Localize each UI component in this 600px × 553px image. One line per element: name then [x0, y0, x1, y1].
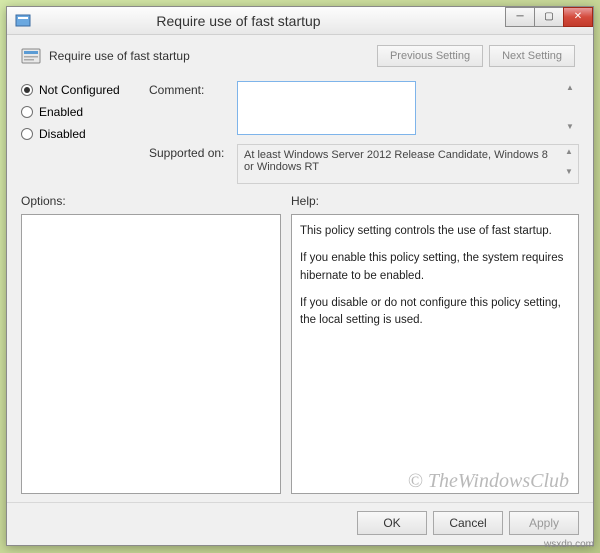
minimize-button[interactable]: ─ — [505, 7, 535, 27]
radio-icon — [21, 84, 33, 96]
scroll-down-icon[interactable]: ▼ — [562, 167, 576, 181]
radio-icon — [21, 128, 33, 140]
footer: OK Cancel Apply — [7, 502, 593, 545]
help-line: If you disable or do not configure this … — [300, 295, 570, 330]
radio-disabled[interactable]: Disabled — [21, 127, 141, 141]
radio-not-configured[interactable]: Not Configured — [21, 83, 141, 97]
main-panels: Options: Help: This policy setting contr… — [7, 188, 593, 502]
next-setting-button[interactable]: Next Setting — [489, 45, 575, 67]
previous-setting-button[interactable]: Previous Setting — [377, 45, 483, 67]
supported-on-text: At least Windows Server 2012 Release Can… — [244, 149, 548, 173]
ok-button[interactable]: OK — [357, 511, 427, 535]
supported-on-box: At least Windows Server 2012 Release Can… — [237, 144, 579, 184]
maximize-button[interactable]: ▢ — [534, 7, 564, 27]
titlebar: Require use of fast startup ─ ▢ ✕ — [7, 7, 593, 35]
window-title: Require use of fast startup — [0, 13, 506, 29]
config-row: Not Configured Enabled Disabled Comment:… — [7, 73, 593, 188]
window-controls: ─ ▢ ✕ — [506, 7, 593, 29]
radio-label: Not Configured — [39, 83, 120, 97]
apply-button[interactable]: Apply — [509, 511, 579, 535]
radio-enabled[interactable]: Enabled — [21, 105, 141, 119]
comment-input[interactable] — [237, 81, 416, 135]
options-label: Options: — [21, 194, 281, 208]
help-label: Help: — [291, 194, 579, 208]
help-line: This policy setting controls the use of … — [300, 223, 570, 240]
state-radio-group: Not Configured Enabled Disabled — [21, 81, 141, 184]
scroll-down-icon[interactable]: ▼ — [563, 122, 577, 136]
help-line: If you enable this policy setting, the s… — [300, 250, 570, 285]
comment-label: Comment: — [149, 81, 229, 138]
cancel-button[interactable]: Cancel — [433, 511, 503, 535]
policy-name-label: Require use of fast startup — [49, 49, 369, 63]
radio-label: Enabled — [39, 105, 83, 119]
close-button[interactable]: ✕ — [563, 7, 593, 27]
options-box — [21, 214, 281, 494]
radio-icon — [21, 106, 33, 118]
supported-on-label: Supported on: — [149, 144, 229, 184]
scroll-up-icon[interactable]: ▲ — [563, 83, 577, 97]
scroll-up-icon[interactable]: ▲ — [562, 147, 576, 161]
policy-dialog: Require use of fast startup ─ ▢ ✕ Requir… — [6, 6, 594, 546]
radio-label: Disabled — [39, 127, 86, 141]
policy-icon — [21, 46, 41, 66]
header-row: Require use of fast startup Previous Set… — [7, 35, 593, 73]
help-box: This policy setting controls the use of … — [291, 214, 579, 494]
